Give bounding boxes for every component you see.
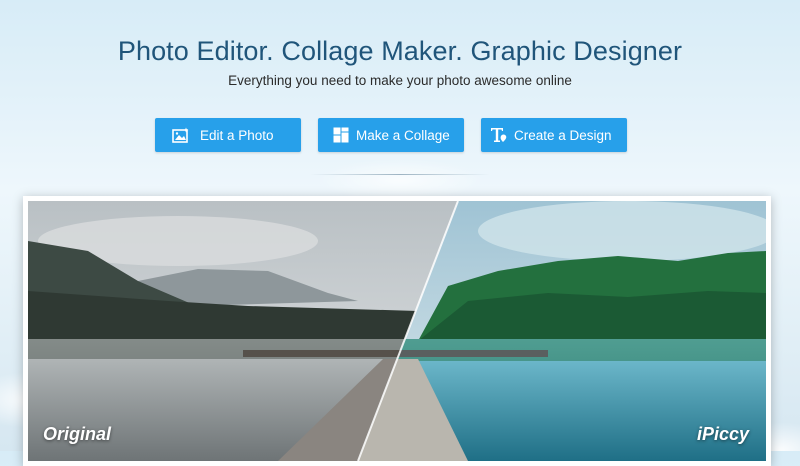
- create-design-label: Create a Design: [514, 127, 612, 143]
- section-divider: [310, 174, 490, 175]
- photo-edit-icon: [172, 126, 190, 144]
- create-design-button[interactable]: Create a Design: [481, 118, 627, 152]
- edit-photo-label: Edit a Photo: [200, 127, 274, 143]
- original-label: Original: [43, 424, 112, 444]
- ipiccy-label: iPiccy: [696, 424, 749, 444]
- before-after-photo: [28, 201, 766, 461]
- page-subtitle: Everything you need to make your photo a…: [228, 73, 572, 88]
- before-after-showcase: Original iPiccy: [23, 196, 771, 466]
- design-text-icon: [490, 126, 508, 144]
- make-collage-button[interactable]: Make a Collage: [318, 118, 464, 152]
- page-title: Photo Editor. Collage Maker. Graphic Des…: [117, 36, 683, 66]
- make-collage-label: Make a Collage: [356, 127, 450, 143]
- edit-photo-button[interactable]: Edit a Photo: [155, 118, 301, 152]
- collage-grid-icon: [332, 126, 350, 144]
